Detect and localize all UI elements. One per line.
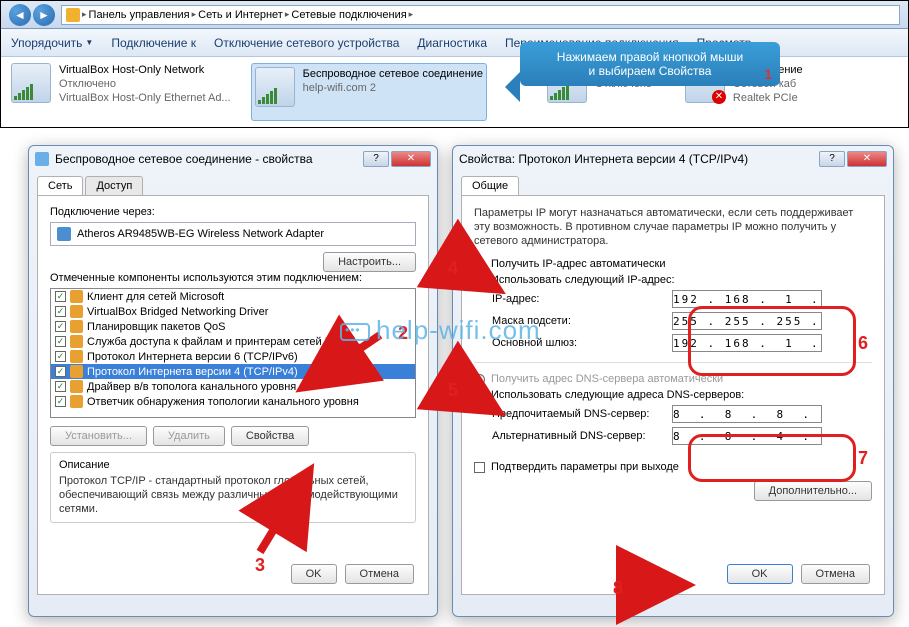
advanced-button[interactable]: Дополнительно...: [754, 481, 872, 501]
tooltip-line1: Нажимаем правой кнопкой мыши: [532, 50, 768, 64]
radio-ip-auto[interactable]: Получить IP-адрес автоматически: [474, 258, 872, 270]
net-adapter: Realtek PCIe: [733, 91, 803, 105]
dialog-title: Свойства: Протокол Интернета версии 4 (T…: [459, 152, 819, 166]
list-item[interactable]: ✓Служба доступа к файлам и принтерам сет…: [51, 334, 415, 349]
help-button[interactable]: ?: [819, 151, 845, 167]
configure-button[interactable]: Настроить...: [323, 252, 416, 272]
crumb-3[interactable]: Сетевые подключения: [291, 9, 406, 21]
gateway-input[interactable]: [672, 334, 822, 352]
net-status: Отключено: [59, 77, 231, 91]
list-item[interactable]: ✓Драйвер в/в тополога канального уровня: [51, 379, 415, 394]
dialog-icon: [35, 152, 49, 166]
hint-tooltip: Нажимаем правой кнопкой мыши и выбираем …: [520, 42, 780, 86]
tab-network[interactable]: Сеть: [37, 176, 83, 195]
radio-dns-auto: Получить адрес DNS-сервера автоматически: [474, 373, 872, 385]
title-bar: Свойства: Протокол Интернета версии 4 (T…: [453, 146, 893, 172]
menu-disable[interactable]: Отключение сетевого устройства: [214, 36, 399, 50]
dns1-input[interactable]: [672, 405, 822, 423]
adapter-name: Atheros AR9485WB-EG Wireless Network Ada…: [77, 228, 324, 240]
ip-label: IP-адрес:: [492, 293, 662, 305]
net-title: VirtualBox Host-Only Network: [59, 63, 231, 77]
annotation-3: 3: [255, 555, 265, 576]
list-item[interactable]: ✓VirtualBox Bridged Networking Driver: [51, 304, 415, 319]
properties-button[interactable]: Свойства: [231, 426, 309, 446]
connect-via-label: Подключение через:: [50, 206, 416, 218]
adapter-icon: [57, 227, 71, 241]
dns2-label: Альтернативный DNS-сервер:: [492, 430, 662, 442]
crumb-2[interactable]: Сеть и Интернет: [198, 9, 283, 21]
annotation-2: 2: [398, 323, 408, 344]
annotation-1: 1: [764, 66, 772, 82]
gateway-label: Основной шлюз:: [492, 337, 662, 349]
annotation-6: 6: [858, 333, 868, 354]
confirm-checkbox[interactable]: Подтвердить параметры при выходе: [474, 461, 872, 473]
cancel-button[interactable]: Отмена: [345, 564, 414, 584]
menu-diag[interactable]: Диагностика: [417, 36, 487, 50]
components-list[interactable]: ✓Клиент для сетей Microsoft ✓VirtualBox …: [50, 288, 416, 418]
list-item-ipv4[interactable]: ✓Протокол Интернета версии 4 (TCP/IPv4): [51, 364, 415, 379]
ok-button[interactable]: OK: [291, 564, 337, 584]
components-label: Отмеченные компоненты используются этим …: [50, 272, 416, 284]
description-text: Протокол TCP/IP - стандартный протокол г…: [59, 474, 407, 516]
list-item[interactable]: ✓Ответчик обнаружения топологии канально…: [51, 394, 415, 409]
description-title: Описание: [59, 459, 407, 471]
annotation-7: 7: [858, 448, 868, 469]
help-button[interactable]: ?: [363, 151, 389, 167]
annotation-8: 8: [613, 578, 623, 599]
cancel-button[interactable]: Отмена: [801, 564, 870, 584]
mask-input[interactable]: [672, 312, 822, 330]
breadcrumb[interactable]: ▸ Панель управления ▸ Сеть и Интернет ▸ …: [61, 5, 900, 25]
annotation-4: 4: [448, 258, 458, 279]
net-item-vbox[interactable]: VirtualBox Host-Only Network Отключено V…: [11, 63, 231, 121]
crumb-1[interactable]: Панель управления: [89, 9, 190, 21]
radio-dns-manual[interactable]: Использовать следующие адреса DNS-сервер…: [474, 389, 872, 401]
net-status: help-wifi.com 2: [303, 81, 483, 95]
ipv4-properties-dialog: Свойства: Протокол Интернета версии 4 (T…: [452, 145, 894, 617]
connection-properties-dialog: Беспроводное сетевое соединение - свойст…: [28, 145, 438, 617]
folder-icon: [66, 8, 80, 22]
nav-fwd-icon[interactable]: ►: [33, 4, 55, 26]
annotation-5: 5: [448, 380, 458, 401]
radio-ip-manual[interactable]: Использовать следующий IP-адрес:: [474, 274, 872, 286]
disconnected-icon: ✕: [712, 90, 726, 104]
tab-access[interactable]: Доступ: [85, 176, 143, 195]
mask-label: Маска подсети:: [492, 315, 662, 327]
tab-general[interactable]: Общие: [461, 176, 519, 195]
ok-button[interactable]: OK: [727, 564, 793, 584]
adapter-field: Atheros AR9485WB-EG Wireless Network Ada…: [50, 222, 416, 246]
remove-button[interactable]: Удалить: [153, 426, 225, 446]
list-item[interactable]: ✓Протокол Интернета версии 6 (TCP/IPv6): [51, 349, 415, 364]
description-group: Описание Протокол TCP/IP - стандартный п…: [50, 452, 416, 523]
wifi-adapter-icon: [255, 67, 295, 107]
network-adapter-icon: [11, 63, 51, 103]
dns1-label: Предпочитаемый DNS-сервер:: [492, 408, 662, 420]
nav-back-icon[interactable]: ◄: [9, 4, 31, 26]
menu-organize[interactable]: Упорядочить▼: [11, 36, 93, 50]
list-item[interactable]: ✓Клиент для сетей Microsoft: [51, 289, 415, 304]
title-bar: Беспроводное сетевое соединение - свойст…: [29, 146, 437, 172]
net-item-wifi[interactable]: Беспроводное сетевое соединение help-wif…: [251, 63, 487, 121]
install-button[interactable]: Установить...: [50, 426, 147, 446]
address-bar: ◄ ► ▸ Панель управления ▸ Сеть и Интерне…: [1, 1, 908, 29]
close-button[interactable]: ✕: [847, 151, 887, 167]
close-button[interactable]: ✕: [391, 151, 431, 167]
net-title: Беспроводное сетевое соединение: [303, 67, 483, 81]
ip-input[interactable]: [672, 290, 822, 308]
dns2-input[interactable]: [672, 427, 822, 445]
menu-connect[interactable]: Подключение к: [111, 36, 196, 50]
info-text: Параметры IP могут назначаться автоматич…: [474, 206, 872, 248]
list-item[interactable]: ✓Планировщик пакетов QoS: [51, 319, 415, 334]
net-adapter: VirtualBox Host-Only Ethernet Ad...: [59, 91, 231, 105]
dialog-title: Беспроводное сетевое соединение - свойст…: [55, 152, 363, 166]
tooltip-line2: и выбираем Свойства: [532, 64, 768, 78]
